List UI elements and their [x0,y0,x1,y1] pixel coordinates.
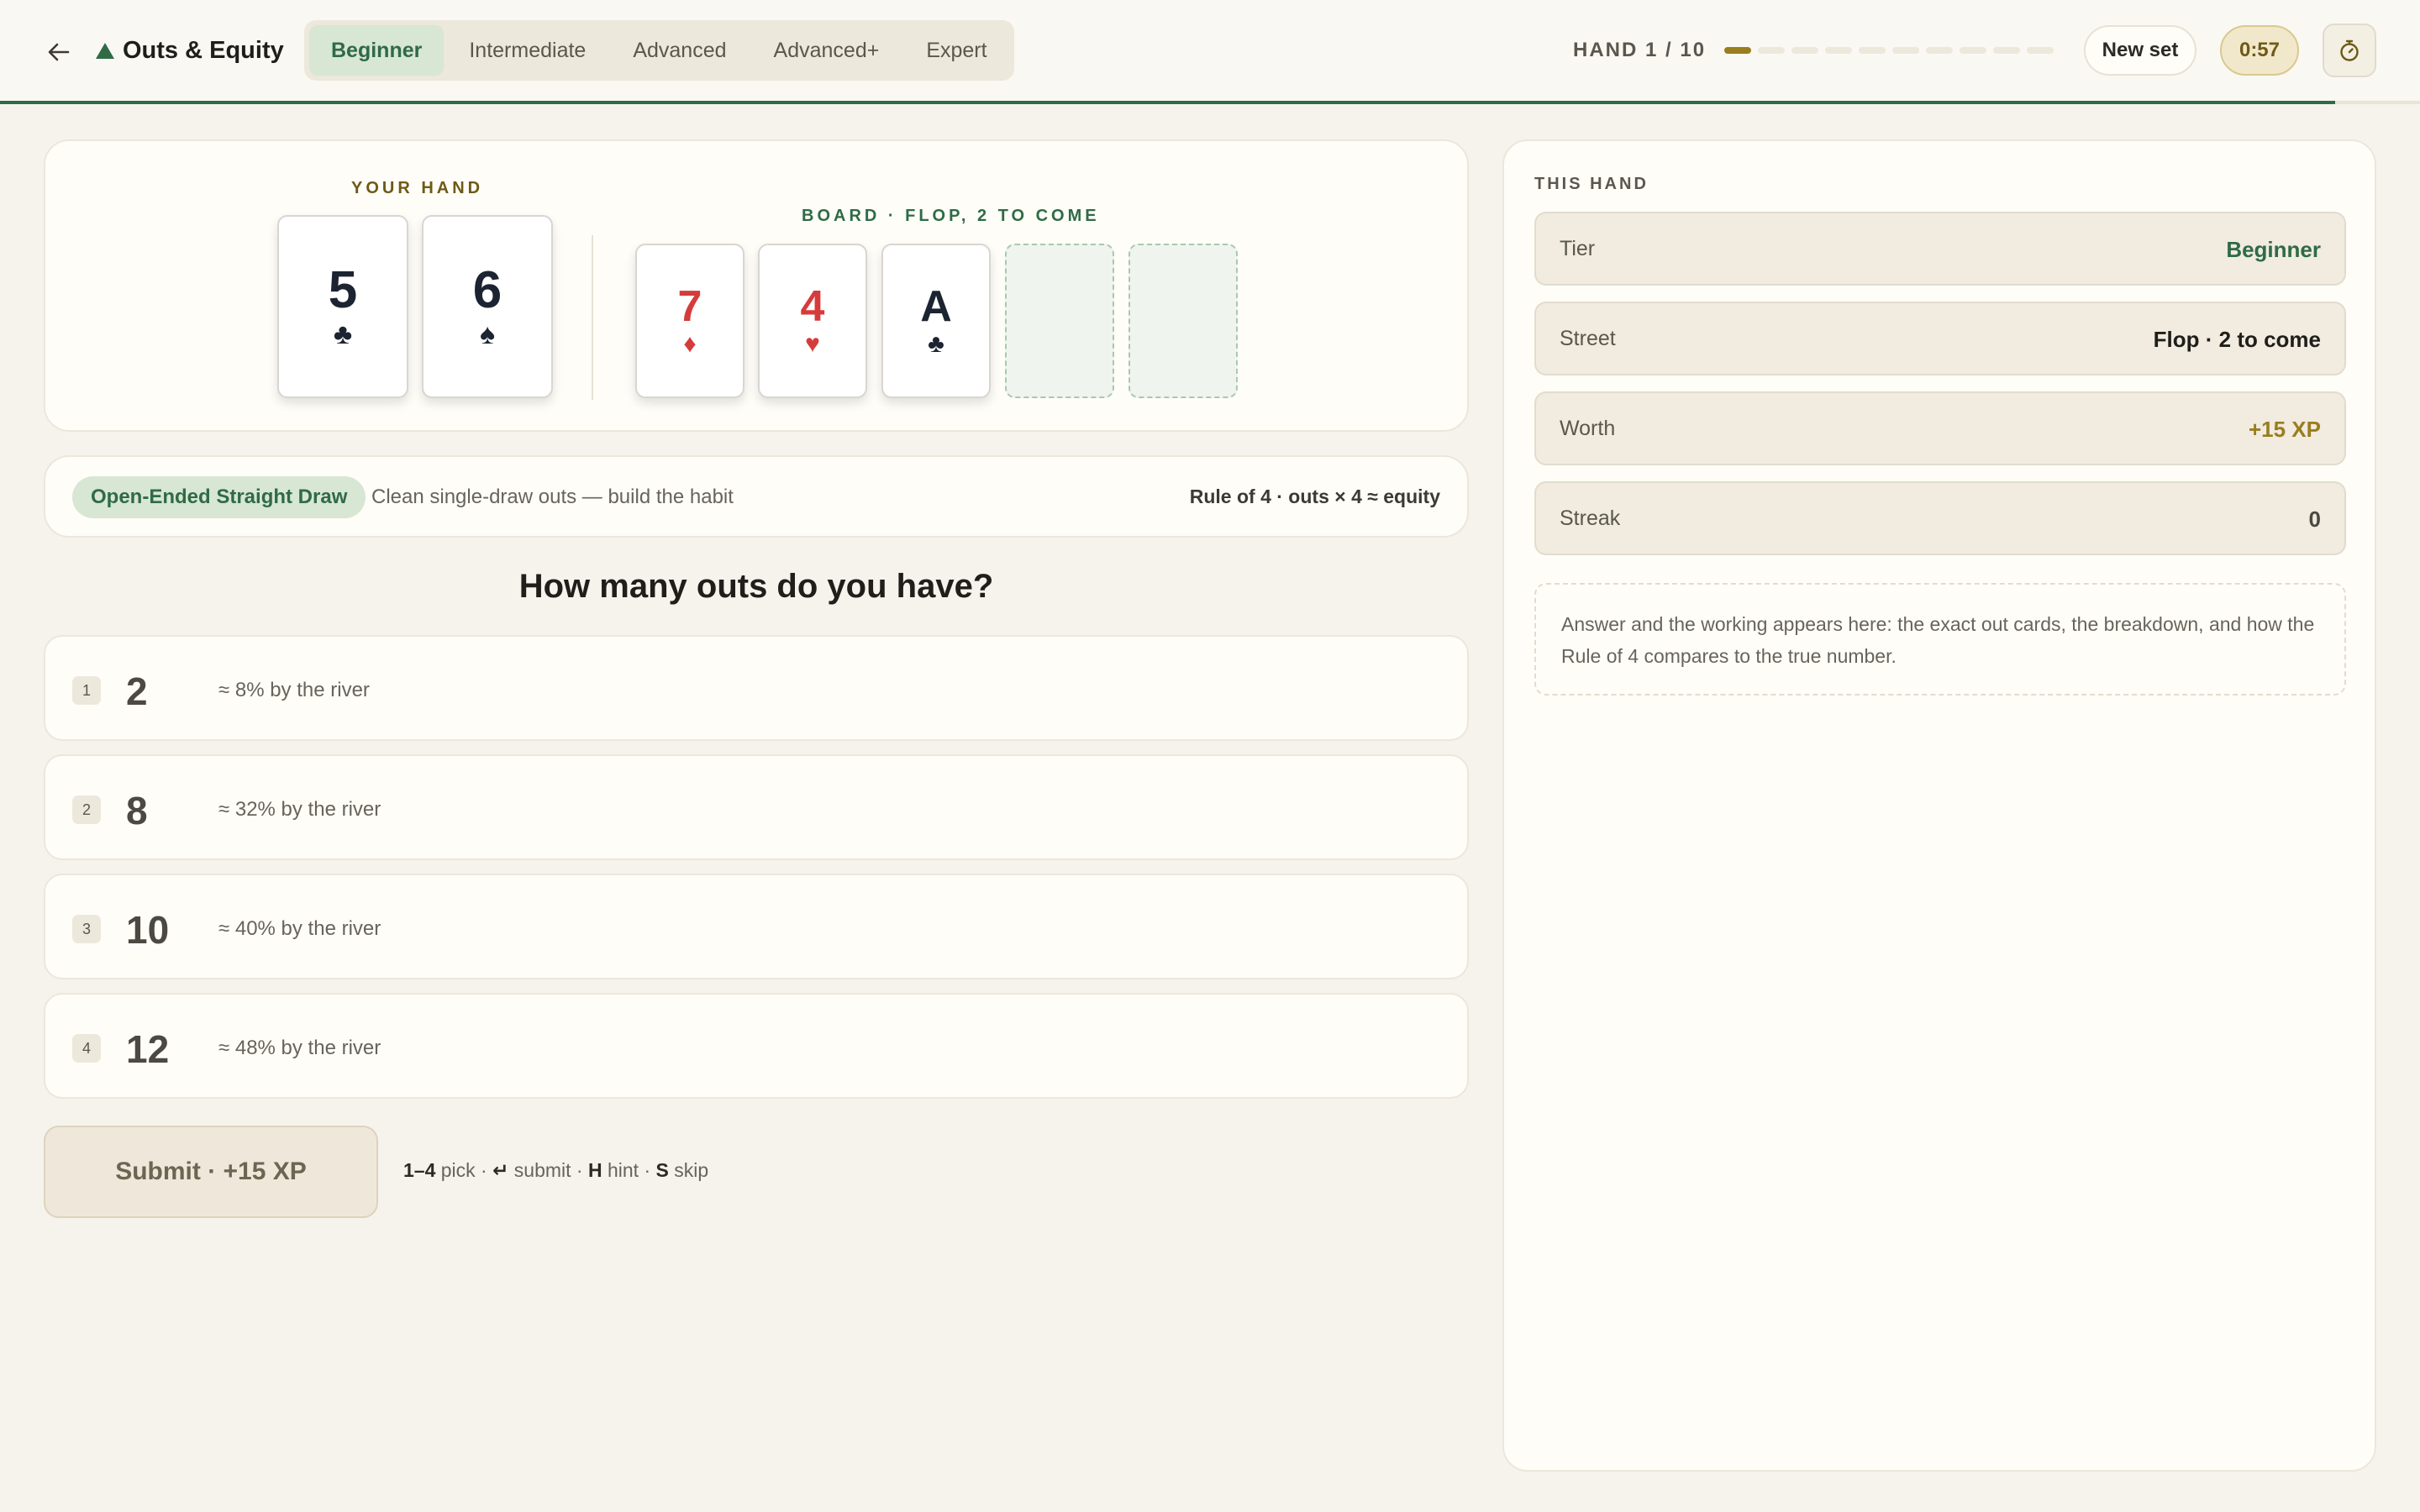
empty-board-slot-turn [1005,244,1114,398]
session-progress-fill [0,101,2336,104]
option-equity-text: ≈ 48% by the river [218,1037,381,1059]
question-heading: How many outs do you have? [518,568,994,605]
board-card: A ♣ [881,244,991,398]
hole-card: 6 ♠ [422,215,553,398]
stopwatch-icon [2340,39,2359,61]
arrow-left-icon [48,43,70,61]
card-suit-icon: ♠ [479,318,496,350]
option-outs-value: 8 [126,789,148,832]
timer-toggle-button[interactable] [2323,24,2376,77]
hand-board-divider [592,235,593,400]
hole-card: 5 ♣ [277,215,408,398]
tier-tabs: Beginner Intermediate Advanced Advanced+… [304,20,1014,81]
stat-row-streak: Streak 0 [1534,481,2346,555]
shortcut-text-skip: skip [674,1159,709,1181]
card-suit-icon: ♦ [683,330,697,358]
hand-progress-pip [1791,47,1818,54]
tab-advanced[interactable]: Advanced [611,25,748,76]
hand-counter: HAND 1 / 10 [1573,39,1707,61]
back-button[interactable] [40,34,77,71]
new-set-button[interactable]: New set [2084,25,2196,76]
shortcut-key-pick: 1–4 [403,1159,436,1181]
hand-progress-pips [1724,47,2054,54]
option-key-badge: 2 [72,795,101,824]
this-hand-panel: THIS HAND Tier Beginner Street Flop · 2 … [1502,139,2376,1472]
card-suit-icon: ♣ [928,330,944,358]
empty-board-slot-river [1128,244,1238,398]
your-hand-label: YOUR HAND [351,179,484,197]
board-card: 7 ♦ [635,244,744,398]
card-rank: A [920,282,952,331]
top-bar: Outs & Equity Beginner Intermediate Adva… [0,0,2420,104]
tab-intermediate[interactable]: Intermediate [447,25,608,76]
stat-value: Beginner [2226,237,2321,262]
app-title-text: Outs & Equity [123,36,284,64]
shortcut-text-hint: hint · [607,1159,651,1181]
hand-progress-pip [1926,47,1953,54]
board-card: 4 ♥ [758,244,867,398]
draw-info-strip: Open-Ended Straight Draw Clean single-dr… [44,455,1469,538]
option-equity-text: ≈ 8% by the river [218,679,370,701]
option-outs-value: 2 [126,669,148,713]
hand-progress-pip [1825,47,1852,54]
hand-progress-pip [1859,47,1886,54]
shortcut-key-hint: H [587,1159,602,1181]
tab-beginner[interactable]: Beginner [309,25,445,76]
side-panel-title: THIS HAND [1534,175,1649,193]
stat-row-street: Street Flop · 2 to come [1534,302,2346,375]
answer-option-2[interactable]: 2 8 ≈ 32% by the river [44,754,1469,860]
submit-button[interactable]: Submit · +15 XP [44,1126,378,1218]
shortcut-key-submit: ↵ [492,1159,509,1181]
stat-value: +15 XP [2248,417,2321,442]
option-outs-value: 10 [126,908,170,952]
stat-label: Streak [1560,507,1621,530]
timer-display: 0:57 [2220,25,2299,76]
shortcut-text-submit: submit · [513,1159,583,1181]
shortcut-key-skip: S [655,1159,669,1181]
option-outs-value: 12 [126,1027,170,1071]
draw-description: Clean single-draw outs — build the habit [371,486,734,508]
card-suit-icon: ♣ [333,318,353,350]
hand-progress-pip [1892,47,1919,54]
stat-value: 0 [2308,507,2321,532]
app-title: Outs & Equity [96,32,284,69]
card-rank: 6 [472,261,502,319]
stat-label: Worth [1560,417,1616,440]
stat-row-worth: Worth +15 XP [1534,391,2346,465]
option-key-badge: 3 [72,915,101,943]
answer-option-1[interactable]: 1 2 ≈ 8% by the river [44,635,1469,741]
draw-type-badge: Open-Ended Straight Draw [72,476,366,518]
rule-of-four-note: Rule of 4 · outs × 4 ≈ equity [1189,486,1440,507]
answer-option-4[interactable]: 4 12 ≈ 48% by the river [44,993,1469,1099]
hand-progress-pip [1758,47,1785,54]
stat-value: Flop · 2 to come [2153,327,2321,352]
shortcut-text-pick: pick · [440,1159,487,1181]
card-rank: 5 [328,261,358,319]
keyboard-shortcuts-hint: 1–4 pick · ↵ submit · H hint · S skip [403,1159,708,1182]
triangle-logo-icon [96,42,114,59]
option-key-badge: 1 [72,676,101,705]
answer-option-3[interactable]: 3 10 ≈ 40% by the river [44,874,1469,979]
tab-advanced-plus[interactable]: Advanced+ [752,25,902,76]
stat-label: Street [1560,327,1616,350]
board-label: BOARD · FLOP, 2 TO COME [802,207,1100,225]
stat-label: Tier [1560,237,1596,260]
hand-progress-pip [1993,47,2020,54]
option-equity-text: ≈ 40% by the river [218,917,381,940]
tab-expert[interactable]: Expert [904,25,1008,76]
session-progress-track [0,101,2420,104]
hand-progress-pip [2027,47,2054,54]
hand-progress-pip [1724,47,1751,54]
card-rank: 4 [800,282,825,331]
option-equity-text: ≈ 32% by the river [218,798,381,821]
cards-panel: YOUR HAND BOARD · FLOP, 2 TO COME 5 ♣ 6 … [44,139,1469,432]
card-rank: 7 [677,282,702,331]
stat-row-tier: Tier Beginner [1534,212,2346,286]
hand-progress-pip [1960,47,1986,54]
card-suit-icon: ♥ [805,330,820,358]
explanation-placeholder: Answer and the working appears here: the… [1534,583,2346,696]
option-key-badge: 4 [72,1034,101,1063]
